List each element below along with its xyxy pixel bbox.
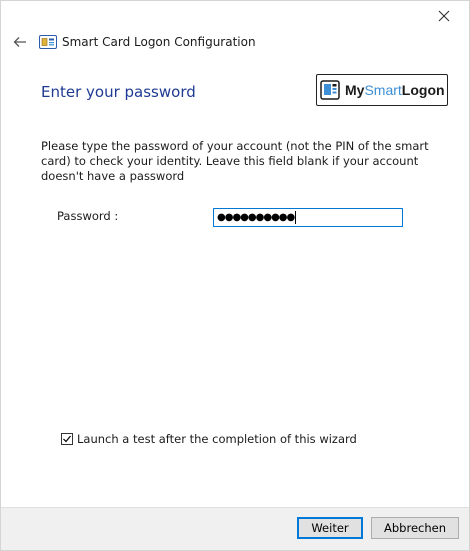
text-caret	[295, 211, 297, 224]
close-button[interactable]	[429, 5, 459, 27]
smart-card-logo-icon	[320, 80, 340, 100]
logo-text-smart: Smart	[364, 82, 402, 98]
button-bar: Weiter Abbrechen	[1, 507, 469, 550]
password-label: Password :	[57, 209, 119, 223]
close-icon	[438, 10, 450, 22]
launch-test-option[interactable]: Launch a test after the completion of th…	[61, 432, 357, 446]
page-title: Enter your password	[41, 83, 196, 101]
smart-card-app-icon	[39, 35, 57, 49]
arrow-left-icon	[13, 37, 26, 47]
wizard-window: Smart Card Logon Configuration Enter you…	[0, 0, 470, 551]
window-title: Smart Card Logon Configuration	[62, 35, 256, 49]
title-bar: Smart Card Logon Configuration	[9, 31, 459, 53]
password-field[interactable]: ●●●●●●●●●●	[213, 208, 403, 227]
launch-test-label[interactable]: Launch a test after the completion of th…	[77, 432, 357, 446]
password-masked-value: ●●●●●●●●●●	[217, 212, 295, 223]
instructions-text: Please type the password of your account…	[41, 139, 429, 183]
back-button[interactable]	[9, 31, 31, 53]
cancel-button[interactable]: Abbrechen	[371, 517, 459, 539]
logo-text-my: My	[345, 82, 365, 98]
mysmartlogon-logo: MySmartLogon	[316, 74, 448, 106]
launch-test-checkbox[interactable]	[61, 433, 73, 445]
logo-text-logon: Logon	[401, 82, 445, 98]
next-button[interactable]: Weiter	[297, 517, 363, 539]
checkmark-icon	[63, 435, 71, 443]
